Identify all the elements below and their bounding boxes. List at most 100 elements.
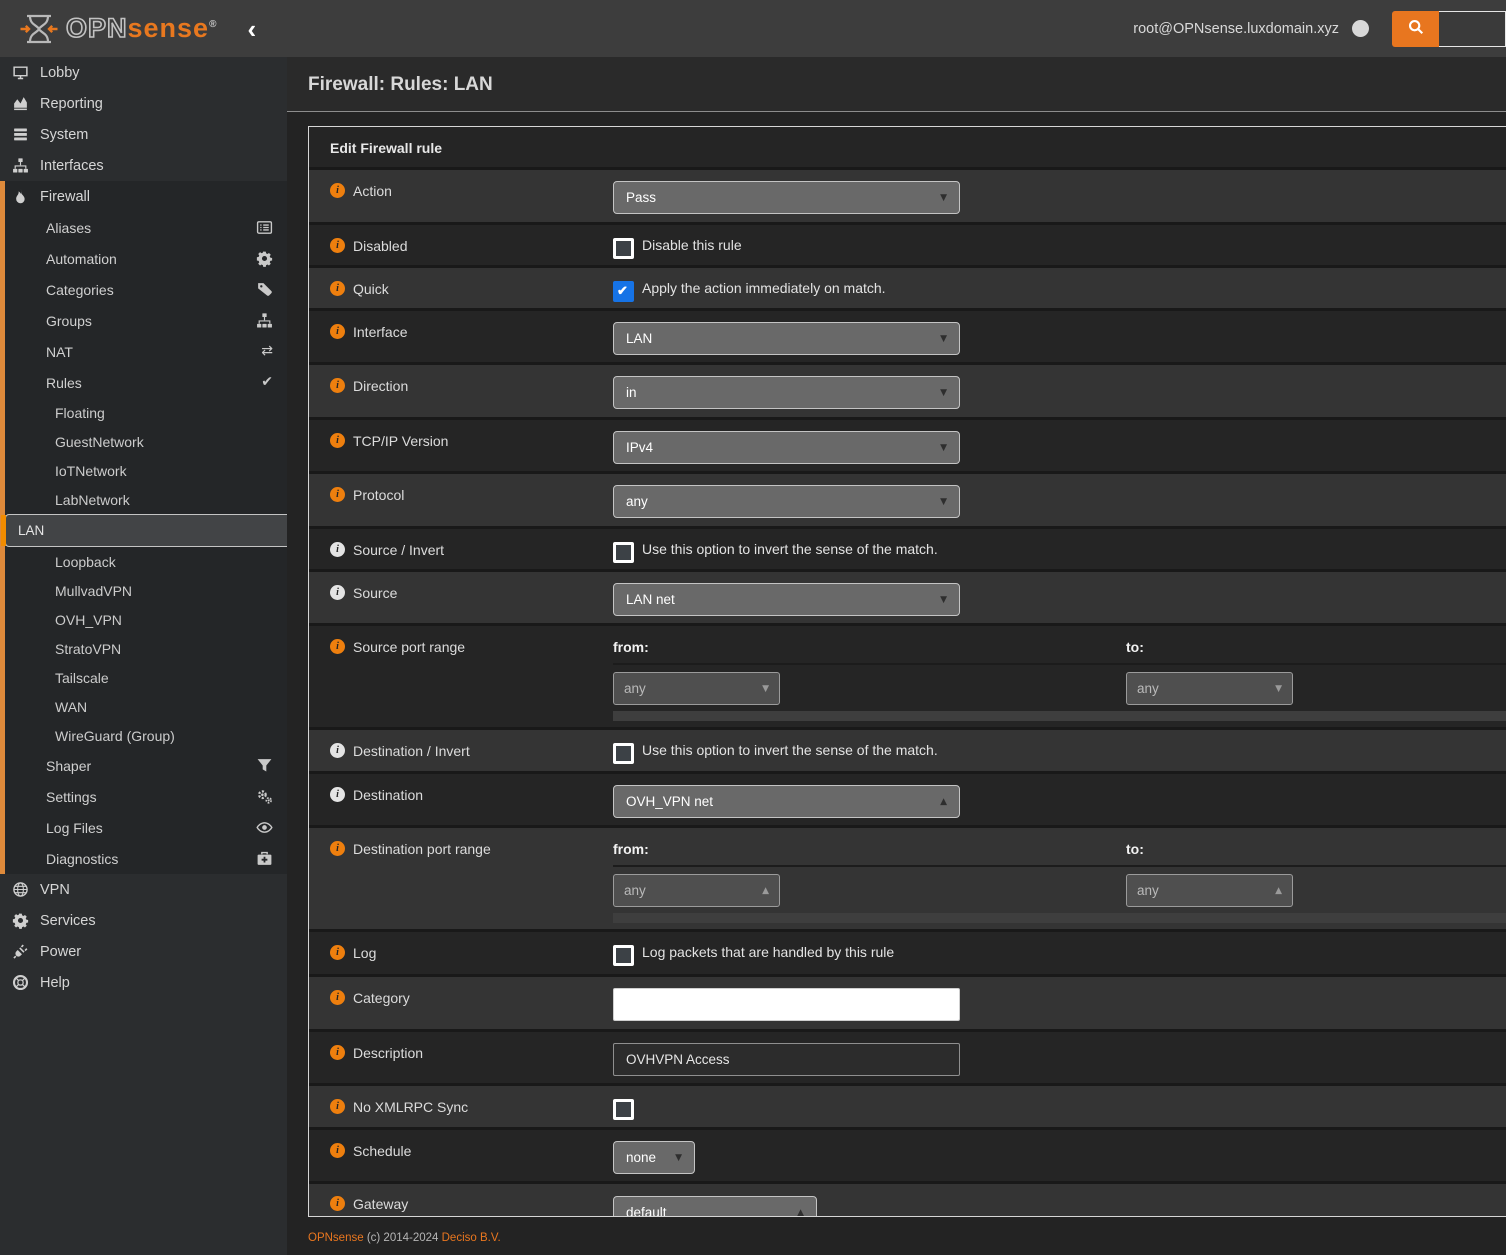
sidebar-item-guestnetwork[interactable]: GuestNetwork — [5, 427, 287, 456]
sidebar-item-rules[interactable]: Rules ✔ — [5, 367, 287, 398]
row-source-port-range: iSource port range from:to: any▼ any▼ — [309, 626, 1506, 730]
checkbox-label: Log packets that are handled by this rul… — [642, 944, 894, 960]
sidebar-item-label: WAN — [55, 699, 87, 715]
field-label: Destination port range — [353, 841, 491, 857]
info-icon[interactable]: i — [330, 990, 345, 1005]
quick-checkbox[interactable] — [613, 281, 634, 302]
sidebar-item-services[interactable]: Services — [0, 905, 287, 936]
horizontal-scrollbar[interactable] — [613, 711, 1506, 721]
search-button[interactable] — [1392, 11, 1439, 47]
info-icon[interactable]: i — [330, 433, 345, 448]
destination-invert-checkbox[interactable] — [613, 743, 634, 764]
info-icon[interactable]: i — [330, 1143, 345, 1158]
sidebar-item-iotnetwork[interactable]: IoTNetwork — [5, 456, 287, 485]
sidebar-item-label: Power — [40, 944, 81, 960]
destination-port-to-select[interactable]: any▲ — [1126, 874, 1293, 907]
sidebar-item-aliases[interactable]: Aliases — [5, 212, 287, 243]
info-icon[interactable]: i — [330, 1099, 345, 1114]
horizontal-scrollbar[interactable] — [613, 913, 1506, 923]
field-label: Interface — [353, 324, 407, 340]
sidebar-item-nat[interactable]: NAT ⇄ — [5, 336, 287, 367]
info-icon[interactable]: i — [330, 787, 345, 802]
sidebar-item-help[interactable]: Help — [0, 967, 287, 998]
search-input[interactable] — [1439, 11, 1506, 47]
sidebar-item-labnetwork[interactable]: LabNetwork — [5, 485, 287, 514]
sidebar-item-wan[interactable]: WAN — [5, 692, 287, 721]
ip-version-select[interactable]: IPv4▼ — [613, 431, 960, 464]
row-category: iCategory — [309, 977, 1506, 1032]
sidebar-item-stratovpn[interactable]: StratoVPN — [5, 634, 287, 663]
sidebar-item-automation[interactable]: Automation — [5, 243, 287, 274]
info-icon[interactable]: i — [330, 585, 345, 600]
list-alt-icon — [256, 219, 273, 236]
source-invert-checkbox[interactable] — [613, 542, 634, 563]
caret-down-icon: ▼ — [940, 193, 947, 203]
info-icon[interactable]: i — [330, 841, 345, 856]
sidebar-item-interfaces[interactable]: Interfaces — [0, 150, 287, 181]
row-gateway: iGateway default▲ — [309, 1184, 1506, 1217]
info-icon[interactable]: i — [330, 1196, 345, 1211]
sidebar-item-system[interactable]: System — [0, 119, 287, 150]
sidebar-item-groups[interactable]: Groups — [5, 305, 287, 336]
lifering-icon — [12, 974, 29, 991]
info-icon[interactable]: i — [330, 324, 345, 339]
source-select[interactable]: LAN net▼ — [613, 583, 960, 616]
sidebar-item-power[interactable]: Power — [0, 936, 287, 967]
info-icon[interactable]: i — [330, 945, 345, 960]
source-port-from-select[interactable]: any▼ — [613, 672, 780, 705]
log-checkbox[interactable] — [613, 945, 634, 966]
destination-select[interactable]: OVH_VPN net▲ — [613, 785, 960, 818]
info-icon[interactable]: i — [330, 238, 345, 253]
deciso-footer-link[interactable]: Deciso B.V. — [442, 1232, 501, 1244]
opnsense-logo[interactable]: OPNsense® — [18, 9, 217, 49]
sidebar: Lobby Reporting System Interfaces Firewa… — [0, 57, 287, 1255]
disabled-checkbox[interactable] — [613, 238, 634, 259]
info-icon[interactable]: i — [330, 639, 345, 654]
sidebar-item-lobby[interactable]: Lobby — [0, 57, 287, 88]
sidebar-item-firewall[interactable]: Firewall — [5, 181, 287, 212]
description-input[interactable] — [613, 1043, 960, 1076]
field-label: Destination — [353, 787, 423, 803]
info-icon[interactable]: i — [330, 743, 345, 758]
info-icon[interactable]: i — [330, 1045, 345, 1060]
action-select[interactable]: Pass▼ — [613, 181, 960, 214]
info-icon[interactable]: i — [330, 542, 345, 557]
info-icon[interactable]: i — [330, 183, 345, 198]
row-interface: i Interface LAN▼ — [309, 311, 1506, 365]
sidebar-item-wireguard-group[interactable]: WireGuard (Group) — [5, 721, 287, 750]
info-icon[interactable]: i — [330, 378, 345, 393]
info-icon[interactable]: i — [330, 487, 345, 502]
no-xmlrpc-checkbox[interactable] — [613, 1099, 634, 1120]
sidebar-item-shaper[interactable]: Shaper — [5, 750, 287, 781]
server-icon — [12, 126, 29, 143]
sidebar-item-reporting[interactable]: Reporting — [0, 88, 287, 119]
sidebar-item-categories[interactable]: Categories — [5, 274, 287, 305]
row-destination-port-range: iDestination port range from:to: any▲ an… — [309, 828, 1506, 932]
sidebar-item-diagnostics[interactable]: Diagnostics — [5, 843, 287, 874]
sidebar-item-mullvadvpn[interactable]: MullvadVPN — [5, 576, 287, 605]
direction-select[interactable]: in▼ — [613, 376, 960, 409]
sidebar-item-loopback[interactable]: Loopback — [5, 547, 287, 576]
field-label: TCP/IP Version — [353, 433, 448, 449]
sidebar-collapse-icon[interactable]: ‹ — [247, 16, 256, 42]
schedule-select[interactable]: none▼ — [613, 1141, 695, 1174]
sidebar-item-settings[interactable]: Settings — [5, 781, 287, 812]
caret-up-icon: ▲ — [940, 797, 947, 807]
sidebar-item-tailscale[interactable]: Tailscale — [5, 663, 287, 692]
row-protocol: iProtocol any▼ — [309, 474, 1506, 529]
destination-port-from-select[interactable]: any▲ — [613, 874, 780, 907]
sidebar-item-log-files[interactable]: Log Files — [5, 812, 287, 843]
sidebar-item-ovh-vpn[interactable]: OVH_VPN — [5, 605, 287, 634]
category-input[interactable] — [613, 988, 960, 1021]
info-icon[interactable]: i — [330, 281, 345, 296]
gateway-select[interactable]: default▲ — [613, 1196, 817, 1217]
checkbox-label: Use this option to invert the sense of t… — [642, 541, 938, 557]
source-port-to-select[interactable]: any▼ — [1126, 672, 1293, 705]
main-content: Firewall: Rules: LAN Edit Firewall rule … — [287, 57, 1506, 1255]
sidebar-item-label: Reporting — [40, 96, 103, 112]
protocol-select[interactable]: any▼ — [613, 485, 960, 518]
sidebar-item-vpn[interactable]: VPN — [0, 874, 287, 905]
sidebar-item-floating[interactable]: Floating — [5, 398, 287, 427]
interface-select[interactable]: LAN▼ — [613, 322, 960, 355]
opnsense-footer-link[interactable]: OPNsense — [308, 1232, 364, 1244]
